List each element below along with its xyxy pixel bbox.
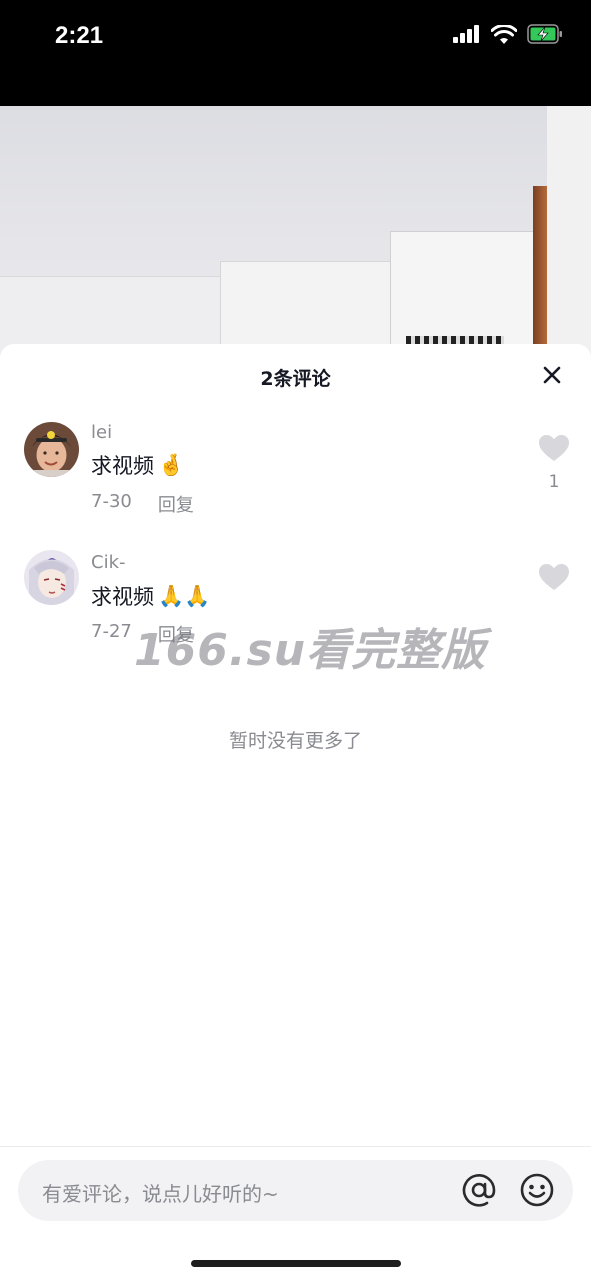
reply-button[interactable]: 回复: [158, 491, 194, 517]
comments-sheet: 2条评论 lei 求视频 🤞 7-30 回复 1 Cik- 求视频 🙏🙏 7-2…: [0, 344, 591, 1280]
comments-title: 2条评论: [260, 368, 331, 390]
avatar[interactable]: [24, 550, 79, 605]
emoji-button[interactable]: [519, 1172, 555, 1208]
battery-charging-icon: [527, 24, 562, 44]
mention-button[interactable]: [461, 1172, 497, 1208]
video-door: [547, 106, 591, 366]
watermark-text: 166.su看完整版: [134, 625, 487, 676]
like-button[interactable]: 1: [539, 435, 569, 492]
comment-text: 求视频 🤞: [91, 450, 184, 480]
emoji-icon: [520, 1173, 554, 1207]
comment-date: 7-30: [91, 491, 132, 512]
heart-icon: [539, 564, 569, 590]
crossed-fingers-emoji: 🤞: [158, 452, 185, 477]
comment-date: 7-27: [91, 621, 132, 642]
status-icons: [453, 24, 563, 44]
comment-input-placeholder: 有爱评论，说点儿好听的~: [42, 1182, 279, 1206]
like-count: 1: [548, 472, 560, 492]
close-button[interactable]: [535, 358, 569, 392]
folded-hands-emoji: 🙏🙏: [158, 583, 211, 608]
video-door-edge: [533, 186, 547, 366]
input-divider: [0, 1146, 591, 1147]
at-icon: [462, 1174, 496, 1207]
comment-text: 求视频 🙏🙏: [91, 581, 210, 611]
like-button[interactable]: [539, 564, 569, 595]
close-icon: [543, 366, 561, 384]
comment-text-content: 求视频: [91, 454, 154, 478]
comment-meta: 7-30 回复: [91, 491, 194, 517]
avatar[interactable]: [24, 422, 79, 477]
comment-text-content: 求视频: [91, 585, 154, 609]
wifi-icon: [491, 24, 517, 44]
no-more-text: 暂时没有更多了: [228, 730, 362, 752]
comment-username[interactable]: Cik-: [91, 552, 126, 573]
comment-item: lei 求视频 🤞 7-30 回复 1: [0, 420, 591, 530]
status-bar: 2:21: [0, 0, 591, 106]
comment-input[interactable]: 有爱评论，说点儿好听的~: [18, 1160, 573, 1221]
video-background[interactable]: [0, 106, 591, 366]
signal-icon: [453, 25, 479, 43]
heart-icon: [539, 435, 569, 461]
home-indicator[interactable]: [191, 1260, 401, 1267]
status-time: 2:21: [55, 22, 104, 49]
comment-username[interactable]: lei: [91, 422, 112, 443]
